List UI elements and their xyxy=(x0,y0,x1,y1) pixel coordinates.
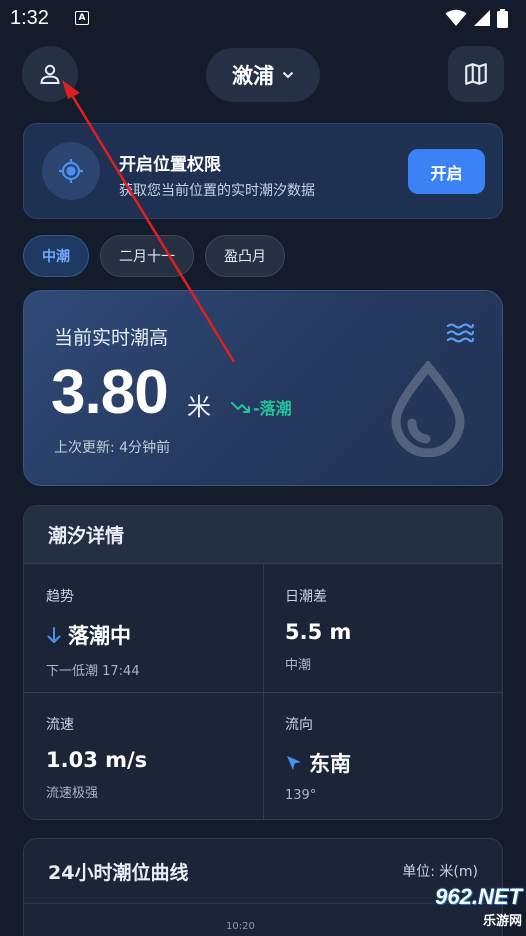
detail-sub: 139° xyxy=(285,788,317,803)
detail-value: 1.03 m/s xyxy=(46,748,148,772)
curve-time-label: 10:20 xyxy=(226,921,255,932)
grid-divider-horizontal xyxy=(24,692,502,693)
status-icons xyxy=(445,8,508,28)
tide-height-unit: 米 xyxy=(187,393,211,421)
status-time: 1:32 xyxy=(10,6,49,29)
curve-unit: 单位: 米(m) xyxy=(402,864,478,880)
trending-down-icon xyxy=(231,402,250,413)
tide-details-grid: 趋势 落潮中 下一低潮 17:44 日潮差 5.5 m 中潮 流速 1.03 m… xyxy=(24,564,502,819)
detail-sub: 流速极强 xyxy=(46,786,99,801)
detail-label: 日潮差 xyxy=(285,589,327,605)
tide-details-card: 潮汐详情 趋势 落潮中 下一低潮 17:44 日潮差 5.5 m 中潮 流速 1… xyxy=(23,505,503,820)
water-drop-icon xyxy=(391,361,465,457)
map-icon xyxy=(465,63,487,85)
last-updated: 上次更新: 4分钟前 xyxy=(54,440,171,456)
detail-value-row: 落潮中 xyxy=(46,620,266,650)
detail-flow-speed: 流速 1.03 m/s 流速极强 xyxy=(46,714,266,801)
location-permission-card: 开启位置权限 获取您当前位置的实时潮汐数据 开启 xyxy=(23,123,503,219)
detail-value: 5.5 m xyxy=(285,620,352,644)
chip-tide-level[interactable]: 中潮 xyxy=(23,235,89,277)
map-button[interactable] xyxy=(448,46,504,102)
detail-value-row: 东南 xyxy=(285,748,502,778)
detail-value: 落潮中 xyxy=(68,624,131,648)
city-name: 漵浦 xyxy=(232,64,274,88)
watermark-bottom: 乐游网 xyxy=(482,914,522,929)
detail-trend: 趋势 落潮中 下一低潮 17:44 xyxy=(46,586,266,679)
detail-sub: 下一低潮 17:44 xyxy=(46,664,140,679)
tide-height-value: 3.80 xyxy=(51,358,169,427)
tide-chips: 中潮 二月十一 盈凸月 xyxy=(23,235,285,277)
battery-icon xyxy=(497,8,508,28)
arrow-down-icon xyxy=(47,627,61,643)
status-bar: 1:32 A xyxy=(0,0,526,36)
tide-details-title: 潮汐详情 xyxy=(48,525,125,547)
location-target-icon-wrap xyxy=(42,142,100,200)
chevron-down-icon xyxy=(282,71,294,79)
watermark-logo: 962.NET 乐游网 xyxy=(390,884,522,934)
chip-moon-phase[interactable]: 盈凸月 xyxy=(205,235,285,277)
wifi-icon xyxy=(445,9,467,26)
permission-description: 获取您当前位置的实时潮汐数据 xyxy=(119,183,315,199)
detail-label: 趋势 xyxy=(46,589,74,605)
permission-title: 开启位置权限 xyxy=(119,155,221,175)
detail-flow-direction: 流向 东南 139° xyxy=(285,714,502,803)
detail-value-row: 1.03 m/s xyxy=(46,748,266,772)
top-bar: 漵浦 xyxy=(0,46,526,104)
detail-value-row: 5.5 m xyxy=(285,620,502,644)
signal-icon xyxy=(474,10,490,26)
navigation-arrow-icon xyxy=(287,756,301,770)
current-tide-card: 当前实时潮高 3.80 米 -落潮 上次更新: 4分钟前 xyxy=(23,290,503,486)
detail-label: 流向 xyxy=(285,717,313,733)
notification-icon: A xyxy=(74,11,89,25)
profile-button[interactable] xyxy=(22,46,78,102)
user-icon xyxy=(40,64,60,84)
detail-label: 流速 xyxy=(46,717,74,733)
waves-icon xyxy=(446,323,474,343)
chip-lunar-date[interactable]: 二月十一 xyxy=(100,235,194,277)
detail-sub: 中潮 xyxy=(285,658,312,673)
detail-tidal-range: 日潮差 5.5 m 中潮 xyxy=(285,586,502,673)
tide-label: 当前实时潮高 xyxy=(54,327,169,349)
tide-details-header: 潮汐详情 xyxy=(24,506,502,564)
city-selector[interactable]: 漵浦 xyxy=(206,48,320,102)
tide-trend: -落潮 xyxy=(231,395,292,419)
enable-location-button[interactable]: 开启 xyxy=(408,149,485,194)
tide-trend-text: -落潮 xyxy=(253,399,292,418)
detail-value: 东南 xyxy=(309,752,351,776)
curve-title: 24小时潮位曲线 xyxy=(48,862,189,884)
watermark-top: 962.NET xyxy=(435,884,522,909)
location-target-icon xyxy=(59,159,83,183)
